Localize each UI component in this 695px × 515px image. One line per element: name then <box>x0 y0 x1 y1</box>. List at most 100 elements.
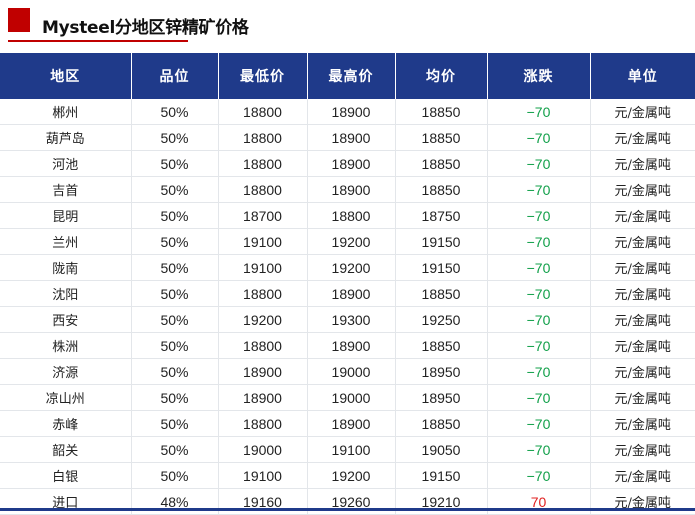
cell-grade: 50% <box>130 410 218 437</box>
cell-avg-price: 18850 <box>394 150 487 177</box>
cell-avg-price: 18950 <box>394 384 487 411</box>
cell-avg-price: 19050 <box>394 436 487 463</box>
header-min-price: 最低价 <box>217 53 307 99</box>
cell-grade: 50% <box>130 358 218 385</box>
cell-region: 株洲 <box>0 332 131 359</box>
cell-region: 河池 <box>0 150 131 177</box>
table-body: 郴州 50% 18800 18900 18850 −70 元/金属吨 葫芦岛 50% 18800 1… <box>0 99 695 515</box>
table-row: 株洲 50% 18800 18900 18850 −70 元/金属吨 <box>0 332 695 359</box>
cell-grade: 50% <box>130 176 218 203</box>
cell-unit: 元/金属吨 <box>589 436 695 463</box>
cell-max-price: 19000 <box>306 384 395 411</box>
cell-min-price: 19200 <box>217 306 307 333</box>
cell-grade: 50% <box>130 99 218 125</box>
cell-avg-price: 18850 <box>394 124 487 151</box>
cell-region: 凉山州 <box>0 384 131 411</box>
cell-unit: 元/金属吨 <box>589 176 695 203</box>
cell-grade: 50% <box>130 436 218 463</box>
cell-max-price: 19100 <box>306 436 395 463</box>
header-avg-price: 均价 <box>394 53 487 99</box>
cell-change: −70 <box>486 254 590 281</box>
cell-change: −70 <box>486 384 590 411</box>
cell-max-price: 19200 <box>306 254 395 281</box>
cell-grade: 50% <box>130 150 218 177</box>
cell-min-price: 18700 <box>217 202 307 229</box>
table-row: 凉山州 50% 18900 19000 18950 −70 元/金属吨 <box>0 384 695 411</box>
cell-change: −70 <box>486 280 590 307</box>
table-row: 陇南 50% 19100 19200 19150 −70 元/金属吨 <box>0 254 695 281</box>
table-row: 河池 50% 18800 18900 18850 −70 元/金属吨 <box>0 150 695 177</box>
cell-change: −70 <box>486 410 590 437</box>
cell-change: −70 <box>486 332 590 359</box>
cell-change: −70 <box>486 306 590 333</box>
header-region: 地区 <box>0 53 131 99</box>
cell-region: 葫芦岛 <box>0 124 131 151</box>
cell-change: −70 <box>486 462 590 489</box>
cell-avg-price: 18850 <box>394 332 487 359</box>
cell-grade: 50% <box>130 280 218 307</box>
table-row: 济源 50% 18900 19000 18950 −70 元/金属吨 <box>0 358 695 385</box>
cell-grade: 50% <box>130 306 218 333</box>
table-row: 沈阳 50% 18800 18900 18850 −70 元/金属吨 <box>0 280 695 307</box>
cell-grade: 50% <box>130 124 218 151</box>
cell-region: 陇南 <box>0 254 131 281</box>
table-row: 昆明 50% 18700 18800 18750 −70 元/金属吨 <box>0 202 695 229</box>
cell-unit: 元/金属吨 <box>589 280 695 307</box>
header-row: 地区 品位 最低价 最高价 均价 涨跌 单位 <box>0 53 695 99</box>
cell-unit: 元/金属吨 <box>589 384 695 411</box>
cell-min-price: 19000 <box>217 436 307 463</box>
cell-unit: 元/金属吨 <box>589 306 695 333</box>
header-unit: 单位 <box>589 53 695 99</box>
page-title: Mysteel分地区锌精矿价格 <box>42 18 249 38</box>
header-change: 涨跌 <box>486 53 590 99</box>
title-accent-square <box>8 8 30 32</box>
table-row: 西安 50% 19200 19300 19250 −70 元/金属吨 <box>0 306 695 333</box>
cell-unit: 元/金属吨 <box>589 124 695 151</box>
cell-change: −70 <box>486 436 590 463</box>
cell-min-price: 18800 <box>217 99 307 125</box>
cell-min-price: 18900 <box>217 384 307 411</box>
cell-max-price: 19300 <box>306 306 395 333</box>
cell-change: −70 <box>486 202 590 229</box>
cell-change: −70 <box>486 228 590 255</box>
cell-change: −70 <box>486 99 590 125</box>
cell-region: 郴州 <box>0 99 131 125</box>
table-row: 兰州 50% 19100 19200 19150 −70 元/金属吨 <box>0 228 695 255</box>
cell-region: 吉首 <box>0 176 131 203</box>
cell-max-price: 18900 <box>306 124 395 151</box>
table-header: 地区 品位 最低价 最高价 均价 涨跌 单位 <box>0 53 695 99</box>
table-row: 吉首 50% 18800 18900 18850 −70 元/金属吨 <box>0 176 695 203</box>
table-row: 葫芦岛 50% 18800 18900 18850 −70 元/金属吨 <box>0 124 695 151</box>
table-row: 韶关 50% 19000 19100 19050 −70 元/金属吨 <box>0 436 695 463</box>
cell-unit: 元/金属吨 <box>589 358 695 385</box>
cell-min-price: 18800 <box>217 176 307 203</box>
cell-avg-price: 18850 <box>394 410 487 437</box>
cell-region: 白银 <box>0 462 131 489</box>
cell-grade: 50% <box>130 384 218 411</box>
cell-grade: 50% <box>130 462 218 489</box>
cell-avg-price: 19150 <box>394 228 487 255</box>
cell-unit: 元/金属吨 <box>589 228 695 255</box>
cell-max-price: 18900 <box>306 280 395 307</box>
table-row: 赤峰 50% 18800 18900 18850 −70 元/金属吨 <box>0 410 695 437</box>
cell-grade: 50% <box>130 254 218 281</box>
cell-max-price: 19200 <box>306 228 395 255</box>
cell-unit: 元/金属吨 <box>589 462 695 489</box>
cell-unit: 元/金属吨 <box>589 202 695 229</box>
cell-avg-price: 19150 <box>394 462 487 489</box>
cell-min-price: 18800 <box>217 124 307 151</box>
cell-max-price: 18900 <box>306 176 395 203</box>
cell-grade: 50% <box>130 202 218 229</box>
cell-min-price: 19100 <box>217 228 307 255</box>
cell-avg-price: 19250 <box>394 306 487 333</box>
cell-region: 兰州 <box>0 228 131 255</box>
cell-region: 西安 <box>0 306 131 333</box>
cell-unit: 元/金属吨 <box>589 332 695 359</box>
cell-change: −70 <box>486 176 590 203</box>
cell-min-price: 18800 <box>217 150 307 177</box>
cell-max-price: 18900 <box>306 410 395 437</box>
cell-avg-price: 18950 <box>394 358 487 385</box>
cell-min-price: 18800 <box>217 332 307 359</box>
table-row: 郴州 50% 18800 18900 18850 −70 元/金属吨 <box>0 99 695 125</box>
cell-avg-price: 18750 <box>394 202 487 229</box>
